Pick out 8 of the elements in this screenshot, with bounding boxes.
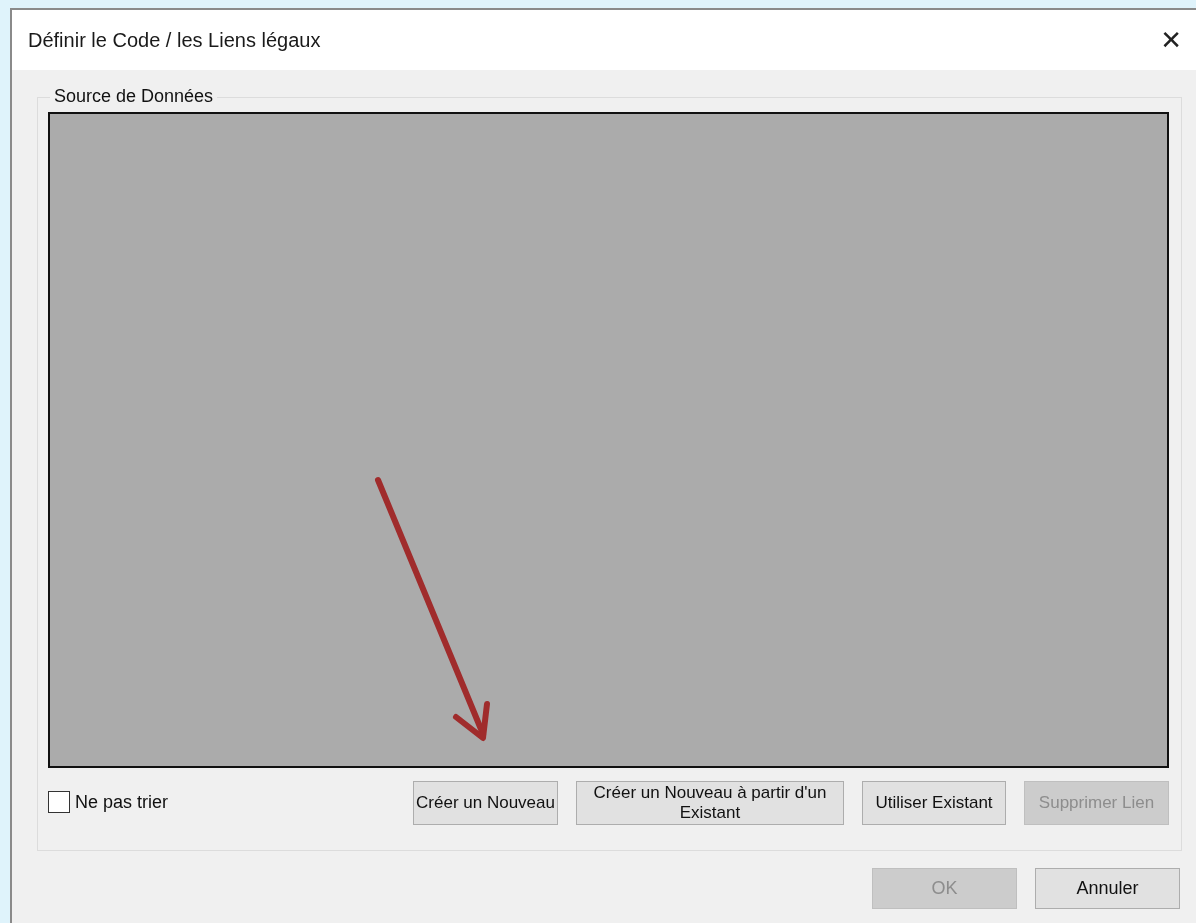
action-button[interactable]: Utiliser Existant bbox=[862, 781, 1006, 825]
dialog-button[interactable]: Annuler bbox=[1035, 868, 1180, 909]
action-button[interactable]: Créer un Nouveau bbox=[413, 781, 558, 825]
action-button[interactable]: Créer un Nouveau à partir d'un Existant bbox=[576, 781, 844, 825]
checkbox-label: Ne pas trier bbox=[75, 791, 169, 813]
checkbox[interactable] bbox=[48, 791, 70, 813]
window-title: Définir le Code / les Liens légaux bbox=[28, 28, 321, 52]
close-button[interactable]: ✕ bbox=[1146, 25, 1196, 55]
